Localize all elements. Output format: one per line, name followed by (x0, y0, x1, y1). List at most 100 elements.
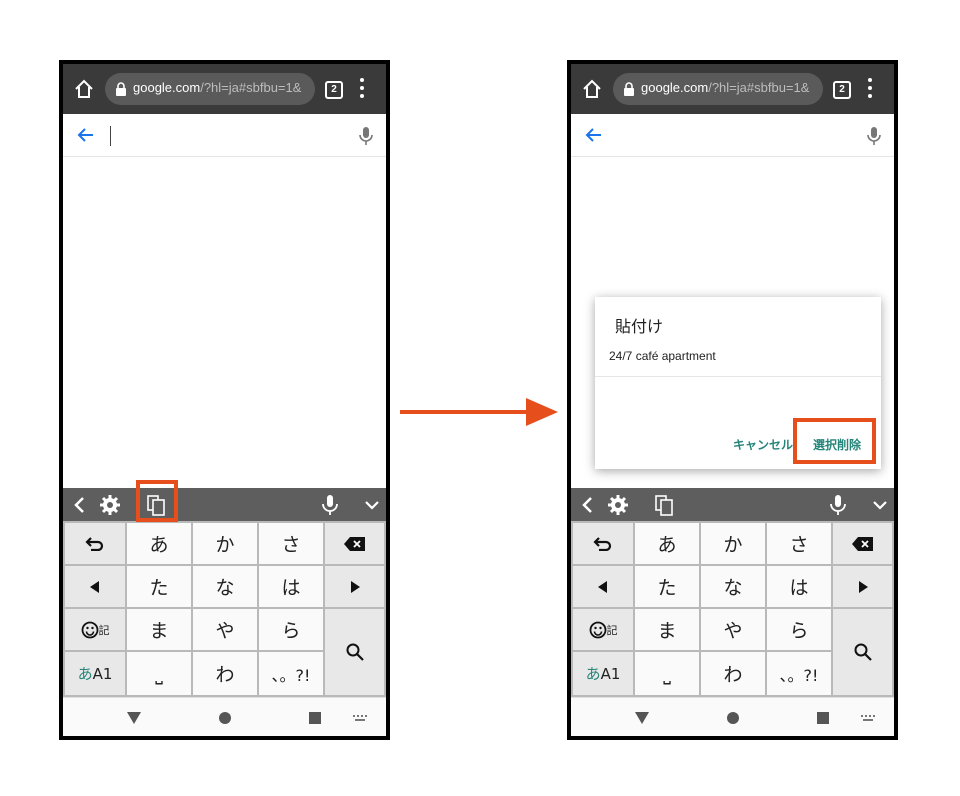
backspace-key[interactable] (833, 523, 892, 564)
input-mode-key[interactable]: あ A1 (573, 652, 633, 695)
punctuation-key[interactable]: 、。?! (259, 652, 323, 695)
kana-keyboard: あ か さ た な は 記 ま や ら あ A1 ⎵ わ 、。?! (63, 521, 386, 697)
nav-recents-icon[interactable] (817, 712, 829, 724)
keyboard-switch-icon[interactable] (861, 715, 875, 722)
undo-key[interactable] (573, 523, 633, 564)
emoji-symbol-key[interactable]: 記 (573, 609, 633, 650)
punctuation-key[interactable]: 、。?! (767, 652, 831, 695)
nav-home-icon[interactable] (219, 712, 231, 724)
gear-icon[interactable] (607, 494, 629, 516)
key-ta[interactable]: た (127, 566, 191, 607)
key-na[interactable]: な (193, 566, 257, 607)
nav-recents-icon[interactable] (309, 712, 321, 724)
key-ra[interactable]: ら (259, 609, 323, 650)
keyboard-switch-icon[interactable] (353, 715, 367, 722)
home-icon[interactable] (73, 78, 95, 100)
input-mode-key[interactable]: あ A1 (65, 652, 125, 695)
cancel-button[interactable]: キャンセル (733, 436, 793, 453)
emoji-symbol-key[interactable]: 記 (65, 609, 125, 650)
smiley-icon (589, 621, 606, 638)
home-icon[interactable] (581, 78, 603, 100)
cursor-left-key[interactable] (573, 566, 633, 607)
key-wa[interactable]: わ (701, 652, 765, 695)
key-ta[interactable]: た (635, 566, 699, 607)
url-bar[interactable]: google.com/?hl=ja#sbfbu=1& (613, 73, 823, 105)
voice-search-icon[interactable] (359, 126, 373, 146)
tab-switcher-button[interactable]: 2 (325, 81, 343, 99)
triangle-left-icon (90, 580, 99, 593)
tab-switcher-button[interactable]: 2 (833, 81, 851, 99)
triangle-right-icon (858, 580, 868, 593)
chevron-down-icon[interactable] (361, 494, 383, 516)
key-ka[interactable]: か (701, 523, 765, 564)
key-ya[interactable]: や (193, 609, 257, 650)
clear-button-highlight-box (793, 418, 876, 464)
key-ha[interactable]: は (767, 566, 831, 607)
key-ka[interactable]: か (193, 523, 257, 564)
undo-icon (85, 536, 104, 551)
chevron-left-icon[interactable] (577, 494, 599, 516)
back-arrow-icon[interactable] (585, 126, 603, 144)
key-sa[interactable]: さ (767, 523, 831, 564)
emoji-key-label: 記 (98, 623, 110, 637)
key-ra[interactable]: ら (767, 609, 831, 650)
search-field[interactable] (571, 114, 894, 157)
search-key[interactable] (325, 609, 384, 695)
search-key[interactable] (833, 609, 892, 695)
gear-icon[interactable] (99, 494, 121, 516)
keyboard-toolbar (571, 488, 894, 521)
transition-arrow-head (526, 398, 558, 426)
url-bar[interactable]: google.com/?hl=ja#sbfbu=1& (105, 73, 315, 105)
dialog-divider (595, 376, 881, 377)
search-icon (346, 643, 364, 661)
backspace-icon (343, 536, 365, 551)
back-arrow-icon[interactable] (77, 126, 95, 144)
nav-back-icon[interactable] (127, 712, 141, 724)
android-nav-bar (63, 697, 386, 736)
mode-kana-label: あ (77, 665, 93, 683)
key-a[interactable]: あ (635, 523, 699, 564)
microphone-icon[interactable] (827, 494, 849, 516)
chevron-down-icon[interactable] (869, 494, 891, 516)
chevron-left-icon[interactable] (69, 494, 91, 516)
backspace-icon (851, 536, 873, 551)
triangle-left-icon (598, 580, 607, 593)
microphone-icon[interactable] (319, 494, 341, 516)
undo-key[interactable] (65, 523, 125, 564)
voice-search-icon[interactable] (867, 126, 881, 146)
cursor-left-key[interactable] (65, 566, 125, 607)
overflow-menu-icon[interactable] (359, 78, 365, 100)
undo-icon (593, 536, 612, 551)
key-ya[interactable]: や (701, 609, 765, 650)
keyboard-toolbar (63, 488, 386, 521)
backspace-key[interactable] (325, 523, 384, 564)
dialog-title: 貼付け (615, 317, 664, 336)
phone-screen-before: google.com/?hl=ja#sbfbu=1& 2 あ か さ た な は… (59, 60, 390, 740)
browser-toolbar: google.com/?hl=ja#sbfbu=1& 2 (571, 64, 894, 114)
key-na[interactable]: な (701, 566, 765, 607)
key-ha[interactable]: は (259, 566, 323, 607)
key-ma[interactable]: ま (635, 609, 699, 650)
mode-kana-label: あ (585, 665, 601, 683)
nav-back-icon[interactable] (635, 712, 649, 724)
clipboard-icon[interactable] (653, 494, 675, 516)
key-ma[interactable]: ま (127, 609, 191, 650)
search-field[interactable] (63, 114, 386, 157)
cursor-right-key[interactable] (325, 566, 384, 607)
space-key[interactable]: ⎵ (635, 652, 699, 695)
overflow-menu-icon[interactable] (867, 78, 873, 100)
mode-alpha-label: A1 (600, 664, 621, 683)
cursor-right-key[interactable] (833, 566, 892, 607)
key-a[interactable]: あ (127, 523, 191, 564)
url-text: google.com/?hl=ja#sbfbu=1& (133, 80, 302, 95)
kana-keyboard: あ か さ た な は 記 ま や ら あ A1 ⎵ わ 、。?! (571, 521, 894, 697)
clipboard-item[interactable]: 24/7 café apartment (609, 349, 716, 363)
android-nav-bar (571, 697, 894, 736)
emoji-key-label: 記 (606, 623, 618, 637)
key-wa[interactable]: わ (193, 652, 257, 695)
nav-home-icon[interactable] (727, 712, 739, 724)
url-text: google.com/?hl=ja#sbfbu=1& (641, 80, 810, 95)
mode-alpha-label: A1 (92, 664, 113, 683)
space-key[interactable]: ⎵ (127, 652, 191, 695)
key-sa[interactable]: さ (259, 523, 323, 564)
